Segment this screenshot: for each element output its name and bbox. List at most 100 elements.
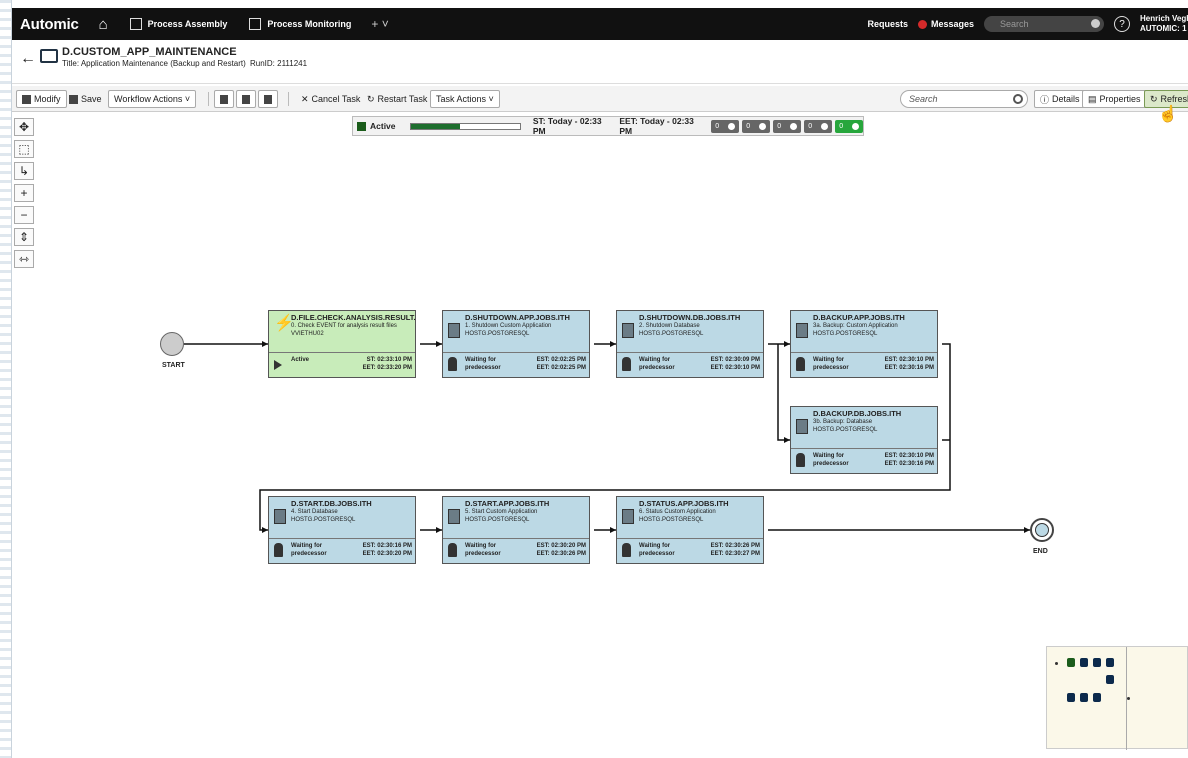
task-description: 3b. Backup: Database	[813, 419, 873, 425]
task-status: Waiting for predecessor	[813, 357, 849, 371]
hourglass-icon	[448, 543, 457, 557]
task-description: 0. Check EVENT for analysis result files	[291, 323, 397, 329]
search-options-icon[interactable]	[1091, 19, 1100, 28]
tree-icon	[242, 94, 250, 104]
task-node-header: D.BACKUP.DB.JOBS.ITH 3b. Backup: Database…	[791, 407, 937, 449]
search-icon[interactable]	[1013, 94, 1023, 104]
task-description: 5. Start Custom Application	[465, 509, 538, 515]
task-start-time: EST: 02:30:09 PM	[710, 357, 760, 363]
end-node[interactable]	[1030, 518, 1054, 542]
global-search-placeholder: Search	[1000, 19, 1029, 29]
task-node-status: Waiting for predecessor EST: 02:02:25 PM E…	[443, 353, 589, 377]
task-description: 1. Shutdown Custom Application	[465, 323, 552, 329]
layout-view-button[interactable]	[214, 90, 234, 108]
task-times: EST: 02:30:20 PM EET: 02:30:26 PM	[537, 542, 586, 558]
process-assembly-tab[interactable]: Process Assembly	[129, 18, 228, 30]
workflow-canvas[interactable]: START END ⚡ D.FILE.CHECK.ANALYSIS.RESULT.…	[12, 112, 1188, 758]
connection-node3-node5	[777, 344, 790, 441]
start-node[interactable]	[160, 332, 184, 356]
task-name: D.FILE.CHECK.ANALYSIS.RESULT...	[291, 313, 415, 322]
task-status: Waiting for predecessor	[291, 543, 327, 557]
task-node[interactable]: D.BACKUP.APP.JOBS.ITH 3a. Backup: Custom …	[790, 310, 938, 378]
task-host: HOSTG.POSTGRESQL	[465, 517, 530, 523]
task-node[interactable]: D.START.DB.JOBS.ITH 4. Start Database HOST…	[268, 496, 416, 564]
process-assembly-label: Process Assembly	[147, 19, 228, 29]
details-button[interactable]: ⓘ Details	[1034, 90, 1086, 108]
workflow-actions-dropdown[interactable]: Workflow Actions ˅	[108, 90, 197, 108]
task-node[interactable]: ⚡ D.FILE.CHECK.ANALYSIS.RESULT... 0. Check…	[268, 310, 416, 378]
task-start-time: EST: 02:30:10 PM	[884, 453, 934, 459]
task-node-header: ⚡ D.FILE.CHECK.ANALYSIS.RESULT... 0. Check…	[269, 311, 415, 353]
properties-label: Properties	[1099, 94, 1141, 104]
task-node-status: Waiting for predecessor EST: 02:30:20 PM E…	[443, 539, 589, 563]
job-icon	[622, 323, 634, 338]
add-tab-button[interactable]: + ˅	[371, 17, 388, 31]
top-right-area: Requests Messages Search ? Henrich Vegh …	[867, 8, 1188, 40]
hourglass-icon	[274, 543, 283, 557]
job-icon	[796, 323, 808, 338]
info-icon: ⓘ	[1040, 94, 1050, 105]
task-end-time: EET: 02:30:16 PM	[884, 365, 934, 371]
overview-minimap[interactable]	[1046, 646, 1188, 750]
job-icon	[448, 509, 460, 524]
task-node-header: D.START.DB.JOBS.ITH 4. Start Database HOST…	[269, 497, 415, 539]
help-icon[interactable]: ?	[1114, 16, 1130, 32]
task-node[interactable]: D.START.APP.JOBS.ITH 5. Start Custom Appl…	[442, 496, 590, 564]
process-assembly-icon	[129, 18, 142, 30]
modify-button[interactable]: Modify	[16, 90, 67, 108]
event-lightning-icon: ⚡	[274, 315, 294, 332]
minimap-end	[1127, 697, 1130, 700]
task-end-time: EET: 02:30:10 PM	[710, 365, 760, 371]
save-icon	[69, 94, 78, 104]
task-start-time: EST: 02:30:16 PM	[362, 543, 412, 549]
task-node-status: Active ST: 02:33:10 PM EET: 02:33:20 PM	[269, 353, 415, 377]
task-node[interactable]: D.SHUTDOWN.APP.JOBS.ITH 1. Shutdown Custo…	[442, 310, 590, 378]
object-name: D.CUSTOM_APP_MAINTENANCE	[62, 46, 237, 58]
home-icon[interactable]: ⌂	[99, 16, 108, 33]
top-navigation-bar: Automic ⌂ Process Assembly Process Monit…	[12, 8, 1188, 40]
user-menu[interactable]: Henrich Vegh AUTOMIC: 1	[1140, 14, 1188, 34]
task-name: D.BACKUP.APP.JOBS.ITH	[813, 313, 905, 322]
cancel-task-label: Cancel Task	[311, 94, 361, 104]
task-description: 6. Status Custom Application	[639, 509, 716, 515]
task-end-time: EET: 02:30:27 PM	[710, 551, 760, 557]
task-node-status: Waiting for predecessor EST: 02:30:09 PM E…	[617, 353, 763, 377]
toolbar-search-input[interactable]: Search	[900, 90, 1028, 108]
task-status: Waiting for predecessor	[639, 543, 675, 557]
task-node[interactable]: D.SHUTDOWN.DB.JOBS.ITH 2. Shutdown Databa…	[616, 310, 764, 378]
brand-logo[interactable]: Automic	[20, 16, 79, 33]
task-start-time: ST: 02:33:10 PM	[366, 357, 412, 363]
grid-icon	[264, 94, 272, 104]
task-actions-dropdown[interactable]: Task Actions ˅	[430, 90, 500, 108]
toolbar-search-placeholder: Search	[909, 94, 938, 104]
task-node-header: D.BACKUP.APP.JOBS.ITH 3a. Backup: Custom …	[791, 311, 937, 353]
minimap-node	[1106, 658, 1114, 667]
toolbar-divider	[208, 92, 209, 106]
task-host: HOSTG.POSTGRESQL	[291, 517, 356, 523]
task-name: D.SHUTDOWN.APP.JOBS.ITH	[465, 313, 570, 322]
run-id: RunID: 2111241	[250, 59, 308, 68]
save-button[interactable]: Save	[64, 90, 107, 108]
task-host: VVIETHU02	[291, 331, 324, 337]
cancel-task-button[interactable]: ✕ Cancel Task	[296, 90, 365, 108]
task-node-status: Waiting for predecessor EST: 02:30:16 PM E…	[269, 539, 415, 563]
task-node[interactable]: D.STATUS.APP.JOBS.ITH 6. Status Custom Ap…	[616, 496, 764, 564]
tree-view-button[interactable]	[236, 90, 256, 108]
grid-view-button[interactable]	[258, 90, 278, 108]
back-arrow-icon[interactable]: ←	[20, 50, 36, 68]
requests-link[interactable]: Requests	[867, 19, 908, 29]
restart-task-button[interactable]: ↻ Restart Task	[362, 90, 432, 108]
workflow-toolbar: Modify Save Workflow Actions ˅ ✕ Cancel T…	[12, 86, 1188, 112]
task-name: D.STATUS.APP.JOBS.ITH	[639, 499, 729, 508]
properties-button[interactable]: ▤ Properties	[1082, 90, 1147, 108]
task-times: EST: 02:30:26 PM EET: 02:30:27 PM	[711, 542, 760, 558]
messages-link[interactable]: Messages	[917, 19, 974, 29]
process-monitoring-tab[interactable]: Process Monitoring	[249, 18, 351, 30]
properties-icon: ▤	[1088, 93, 1097, 104]
job-icon	[274, 509, 286, 524]
job-icon	[796, 419, 808, 434]
task-node[interactable]: D.BACKUP.DB.JOBS.ITH 3b. Backup: Database…	[790, 406, 938, 474]
global-search-input[interactable]: Search	[984, 16, 1104, 32]
start-label: START	[162, 362, 185, 369]
minimap-start	[1055, 662, 1058, 665]
